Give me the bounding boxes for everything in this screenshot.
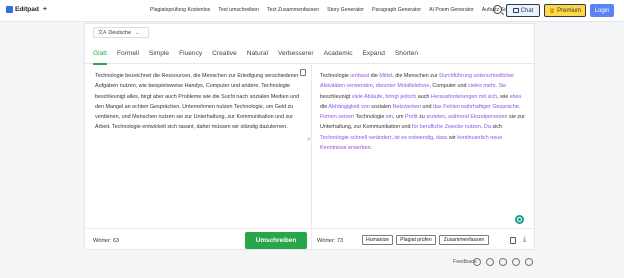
- tab-shorten[interactable]: Shorten: [395, 44, 424, 64]
- changed-phrase[interactable]: ein: [386, 114, 393, 120]
- tab-expand[interactable]: Expand: [363, 44, 391, 64]
- changed-phrase[interactable]: Firmen setzen: [320, 114, 354, 120]
- changed-phrase[interactable]: bringt jedoch: [385, 94, 416, 100]
- output-text: Technologie umfasst die Mittel, die Mens…: [320, 71, 527, 153]
- unchanged-phrase: auch: [416, 93, 431, 100]
- pane-divider: [311, 65, 312, 251]
- chevron-left-icon: «: [307, 136, 311, 143]
- changed-phrase[interactable]: Technologie schnell verändert: [320, 135, 391, 141]
- language-selected: Deutsche: [108, 29, 132, 36]
- crown-icon: ♛: [548, 7, 556, 15]
- editpad-logo[interactable]: Editpad +: [6, 6, 47, 13]
- output-word-count: Wörter: 73: [317, 238, 344, 244]
- unchanged-phrase: Technologie: [354, 114, 386, 121]
- tab-verbesserer[interactable]: Verbesserer: [278, 44, 320, 64]
- rewrite-button[interactable]: Umschreiben: [245, 232, 307, 249]
- unchanged-phrase: , wie: [497, 93, 510, 100]
- input-textarea[interactable]: Technologie bezeichnet die Ressourcen, d…: [95, 71, 305, 133]
- unchanged-phrase: sich: [490, 124, 502, 131]
- nav-link-paragraph-generator[interactable]: Paragraph Generator: [372, 7, 421, 13]
- changed-phrase[interactable]: Sie: [498, 83, 506, 89]
- tab-fluency[interactable]: Fluency: [179, 44, 208, 64]
- tab-simple[interactable]: Simple: [149, 44, 175, 64]
- unchanged-phrase: Technologie: [320, 73, 351, 79]
- new-document-plus-icon[interactable]: +: [43, 6, 47, 13]
- unchanged-phrase: .: [370, 145, 373, 152]
- changed-phrase[interactable]: Netzwerken: [393, 104, 421, 110]
- changed-phrase[interactable]: ist es notwendig: [394, 135, 433, 141]
- changed-phrase[interactable]: nutzen: [465, 124, 481, 130]
- paraphraser-card: 文A Deutsche ⌄ Glatt Formell Simple Fluen…: [84, 23, 536, 251]
- changed-phrase[interactable]: das Fehlen wahrhaftiger Gespräche: [433, 104, 519, 110]
- logo-text: Editpad: [15, 6, 39, 13]
- changed-phrase[interactable]: viele Abläufe: [352, 94, 383, 100]
- tab-natural[interactable]: Natural: [247, 44, 274, 64]
- grammarly-icon[interactable]: [515, 215, 524, 224]
- download-icon[interactable]: ⤓: [523, 236, 526, 244]
- feedback-very-bad-icon[interactable]: [473, 258, 481, 266]
- nav-link-story-generator[interactable]: Story Generator: [327, 7, 364, 13]
- changed-phrase[interactable]: etwa: [510, 94, 521, 100]
- unchanged-phrase: sozialen: [369, 103, 393, 110]
- unchanged-phrase: beschleunigt: [320, 93, 352, 100]
- input-word-count: Wörter: 63: [93, 238, 120, 244]
- feedback-neutral-icon[interactable]: [499, 258, 507, 266]
- unchanged-phrase: und: [421, 103, 434, 110]
- nav-link-plagiarism[interactable]: Plagiatsprüfung Kostenlos: [150, 7, 210, 13]
- changed-phrase[interactable]: vieles mehr: [468, 83, 495, 89]
- changed-phrase[interactable]: erzielen: [426, 114, 445, 120]
- premium-button[interactable]: ♛ Premium: [544, 4, 586, 17]
- unchanged-phrase: wir: [447, 134, 458, 141]
- summarize-button[interactable]: Zusammenfassen: [439, 235, 489, 245]
- chat-icon: [512, 8, 519, 13]
- feedback-bad-icon[interactable]: [486, 258, 494, 266]
- changed-phrase[interactable]: Profit: [405, 114, 418, 120]
- feedback-very-good-icon[interactable]: [525, 258, 533, 266]
- changed-phrase[interactable]: darunter Mobiltelefone: [376, 83, 430, 89]
- top-navbar: Editpad + Plagiatsprüfung Kostenlos Text…: [0, 0, 624, 22]
- changed-phrase[interactable]: Da: [484, 124, 491, 130]
- unchanged-phrase: zu: [417, 114, 427, 121]
- humanize-button[interactable]: Humanize: [362, 235, 393, 245]
- mode-tabs: Glatt Formell Simple Fluency Creative Na…: [85, 44, 536, 65]
- unchanged-phrase: die: [369, 73, 380, 79]
- tab-academic[interactable]: Academic: [324, 44, 359, 64]
- changed-phrase[interactable]: Abhängigkeit von: [328, 104, 369, 110]
- unchanged-phrase: , Computer und: [429, 83, 469, 90]
- copy-icon[interactable]: [510, 237, 516, 244]
- changed-phrase[interactable]: umfasst: [350, 73, 369, 79]
- premium-label: Premium: [557, 7, 582, 14]
- unchanged-phrase: , die Menschen zur: [392, 73, 440, 79]
- feedback-good-icon[interactable]: [512, 258, 520, 266]
- editpad-logo-icon: [6, 6, 13, 13]
- editor-footer: Wörter: 63 Umschreiben Wörter: 73 Humani…: [85, 228, 536, 251]
- chat-label: Chat: [520, 7, 534, 14]
- changed-phrase[interactable]: dass: [436, 135, 447, 141]
- translate-icon: 文A: [98, 30, 107, 36]
- language-select[interactable]: 文A Deutsche ⌄: [93, 27, 149, 38]
- nav-link-rewrite[interactable]: Text umschreiben: [218, 7, 259, 13]
- login-button[interactable]: Login: [590, 4, 614, 17]
- nav-link-summarize[interactable]: Text Zusammenfassen: [267, 7, 319, 13]
- changed-phrase[interactable]: für berufliche Zwecke: [412, 124, 463, 130]
- search-icon[interactable]: [493, 5, 502, 14]
- tab-glatt[interactable]: Glatt: [93, 44, 113, 65]
- changed-phrase[interactable]: Herausforderungen mit sich: [431, 94, 497, 100]
- plagiarism-check-button[interactable]: Plagiat prüfen: [396, 235, 436, 245]
- changed-phrase[interactable]: während Einzelpersonen: [448, 114, 507, 120]
- nav-link-poem-generator[interactable]: AI Poem Generator: [429, 7, 474, 13]
- changed-phrase[interactable]: Mittel: [379, 73, 392, 79]
- unchanged-phrase: , um: [393, 114, 406, 121]
- chevron-down-icon: ⌄: [135, 29, 140, 36]
- unchanged-phrase: .: [518, 103, 521, 110]
- chat-button[interactable]: Chat: [506, 4, 540, 17]
- tab-creative[interactable]: Creative: [212, 44, 243, 64]
- tab-formell[interactable]: Formell: [117, 44, 145, 64]
- nav-links: Plagiatsprüfung Kostenlos Text umschreib…: [150, 7, 523, 13]
